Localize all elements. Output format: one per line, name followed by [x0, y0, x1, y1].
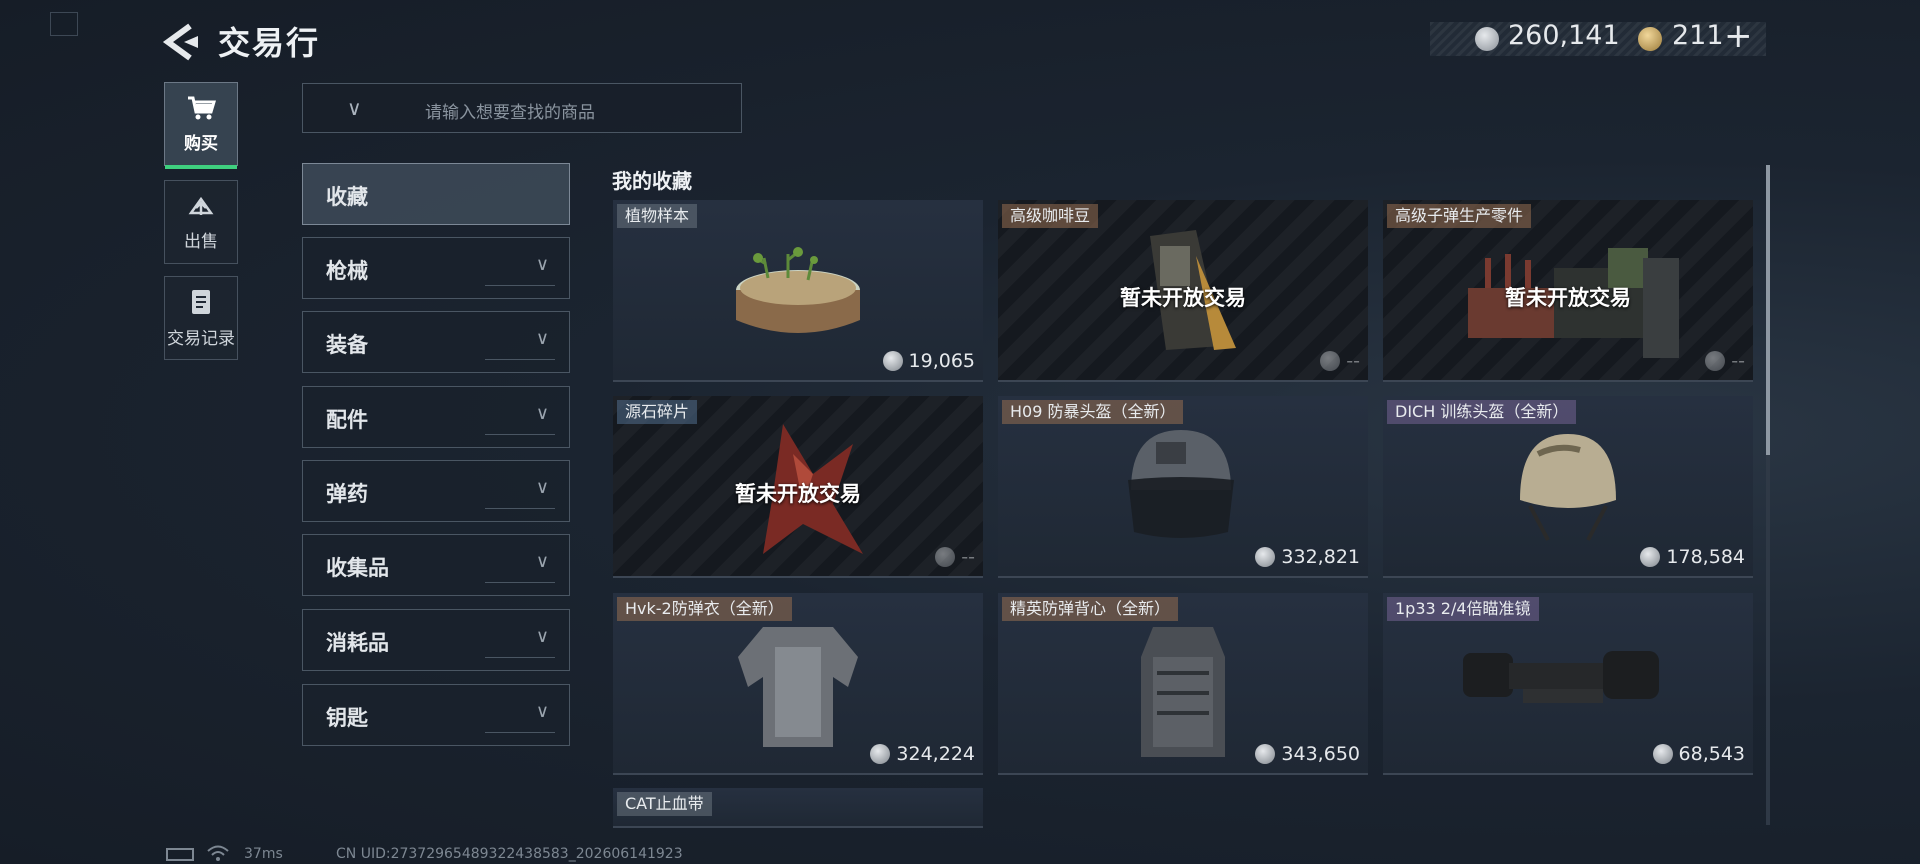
item-price: 68,543 [1652, 743, 1745, 765]
silver-coin-icon [1320, 351, 1341, 371]
item-card[interactable]: H09 防暴头盔（全新） 332,821 [998, 396, 1368, 578]
category-guns[interactable]: 枪械 ∨ [302, 237, 570, 299]
category-label: 枪械 [326, 259, 368, 283]
cart-icon [188, 96, 216, 119]
tab-label: 购买 [184, 133, 218, 154]
item-card[interactable]: 精英防弹背心（全新） 343,650 [998, 593, 1368, 775]
item-price: 19,065 [882, 350, 975, 372]
category-ammo[interactable]: 弹药 ∨ [302, 460, 570, 522]
category-consumables[interactable]: 消耗品 ∨ [302, 609, 570, 671]
silver-coin-icon [935, 547, 956, 567]
tab-trade-records[interactable]: 交易记录 [164, 276, 238, 360]
silver-coin-icon [870, 744, 891, 764]
item-price: -- [935, 546, 975, 568]
sell-icon [188, 196, 214, 215]
category-label: 装备 [326, 333, 368, 357]
item-name: CAT止血带 [617, 792, 712, 816]
add-currency-button[interactable]: + [1724, 16, 1753, 56]
chevron-down-icon: ∨ [535, 626, 549, 647]
category-label: 收集品 [326, 556, 389, 580]
chevron-down-icon[interactable]: ∨ [347, 96, 362, 120]
elite-vest-image [1141, 627, 1225, 757]
tab-sell[interactable]: 出售 [164, 180, 238, 264]
item-card[interactable]: CAT止血带 [613, 788, 983, 828]
record-icon [192, 289, 210, 314]
item-price: 343,650 [1255, 743, 1360, 765]
category-attachments[interactable]: 配件 ∨ [302, 386, 570, 448]
silver-coin-icon [1640, 547, 1661, 567]
chevron-down-icon: ∨ [535, 701, 549, 722]
category-label: 收藏 [326, 185, 368, 209]
window-corner-icon [50, 12, 78, 36]
scrollbar-thumb[interactable] [1766, 165, 1770, 455]
search-input[interactable]: ∨ 请输入想要查找的商品 [302, 83, 742, 133]
search-placeholder: 请输入想要查找的商品 [425, 103, 595, 123]
ping-readout: 37ms [244, 846, 283, 862]
item-price: 332,821 [1255, 546, 1360, 568]
plant-sample-image [736, 247, 860, 333]
category-label: 钥匙 [326, 706, 368, 730]
training-helmet-image [1520, 434, 1616, 541]
silver-coin-icon [882, 351, 903, 371]
silver-coin-icon [1652, 744, 1673, 764]
back-arrow-icon [162, 23, 198, 61]
uid-readout: CN UID:27372965489322438583_202606141923 [336, 846, 683, 862]
item-name: 高级咖啡豆 [1002, 204, 1099, 228]
item-price: 324,224 [870, 743, 975, 765]
category-label: 弹药 [326, 482, 368, 506]
category-favorites[interactable]: 收藏 [302, 163, 570, 225]
item-name: 1p33 2/4倍瞄准镜 [1387, 597, 1539, 621]
tab-label: 交易记录 [167, 328, 235, 349]
locked-label: 暂未开放交易 [1505, 286, 1631, 310]
page-title: 交易行 [218, 24, 321, 62]
chevron-down-icon: ∨ [535, 551, 549, 572]
silver-coin-icon [1255, 547, 1276, 567]
category-label: 消耗品 [326, 631, 389, 655]
wifi-icon [207, 845, 229, 861]
category-collectibles[interactable]: 收集品 ∨ [302, 534, 570, 596]
chevron-down-icon: ∨ [535, 477, 549, 498]
item-name: 植物样本 [617, 204, 698, 228]
chevron-down-icon: ∨ [535, 254, 549, 275]
battery-icon [166, 848, 194, 861]
back-button[interactable] [160, 22, 206, 62]
riot-helmet-image [1128, 430, 1234, 538]
silver-amount: 260,141 [1508, 20, 1620, 51]
gold-coin-icon [1638, 27, 1662, 51]
item-price: -- [1705, 350, 1745, 372]
tab-label: 出售 [184, 231, 218, 252]
section-title: 我的收藏 [612, 169, 692, 193]
item-card[interactable]: DICH 训练头盔（全新） 178,584 [1383, 396, 1753, 578]
silver-coin-icon [1475, 27, 1499, 51]
locked-label: 暂未开放交易 [1120, 286, 1246, 310]
locked-label: 暂未开放交易 [735, 482, 861, 506]
item-price: -- [1320, 350, 1360, 372]
active-tab-indicator [165, 165, 237, 169]
item-card[interactable]: 高级咖啡豆 暂未开放交易 -- [998, 200, 1368, 382]
scope-image [1463, 651, 1659, 703]
item-card[interactable]: 1p33 2/4倍瞄准镜 68,543 [1383, 593, 1753, 775]
gold-amount: 211 [1672, 20, 1724, 51]
item-card[interactable]: Hvk-2防弹衣（全新） 324,224 [613, 593, 983, 775]
chevron-down-icon: ∨ [535, 403, 549, 424]
item-name: 源石碎片 [617, 400, 698, 424]
silver-coin-icon [1705, 351, 1726, 371]
chevron-down-icon: ∨ [535, 328, 549, 349]
tab-buy[interactable]: 购买 [164, 82, 238, 169]
item-price: 178,584 [1640, 546, 1745, 568]
silver-coin-icon [1255, 744, 1276, 764]
category-equipment[interactable]: 装备 ∨ [302, 311, 570, 373]
body-armor-image [738, 627, 858, 747]
category-keys[interactable]: 钥匙 ∨ [302, 684, 570, 746]
item-card[interactable]: 植物样本 19,065 [613, 200, 983, 382]
category-label: 配件 [326, 408, 368, 432]
item-card[interactable]: 源石碎片 暂未开放交易 -- [613, 396, 983, 578]
item-card[interactable]: 高级子弹生产零件 暂未开放交易 -- [1383, 200, 1753, 382]
